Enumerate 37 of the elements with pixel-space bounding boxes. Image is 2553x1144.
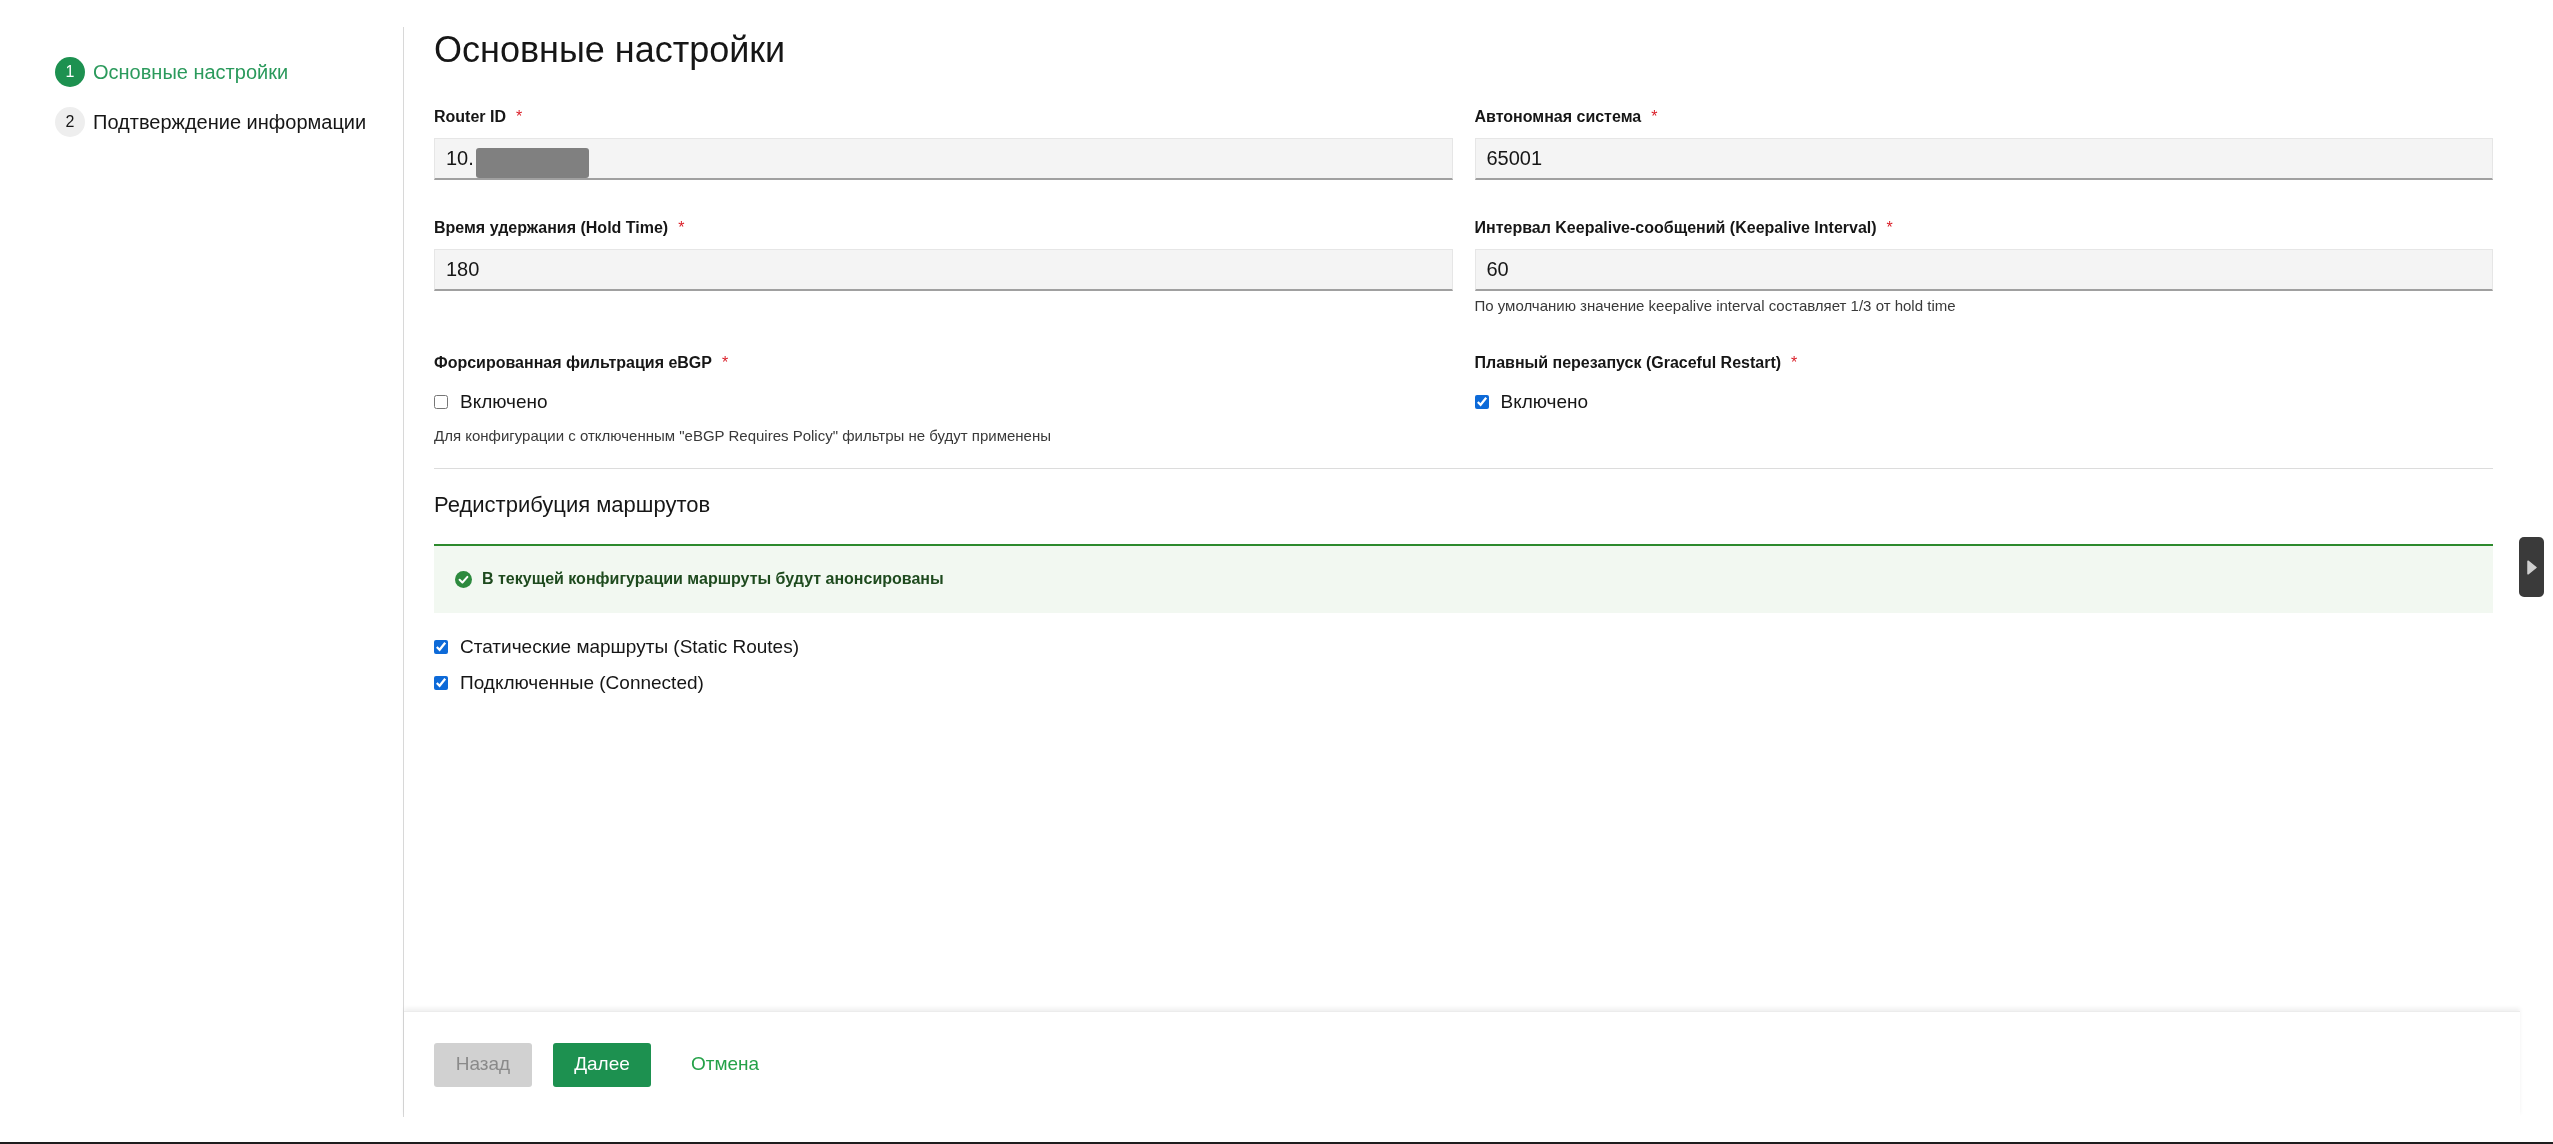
field-label: Форсированная фильтрация eBGP [434,353,712,373]
field-label: Автономная система [1474,107,1642,127]
checkbox[interactable] [434,640,448,654]
checkbox-label: Подключенные (Connected) [460,671,704,695]
page-title: Основные настройки [434,28,787,72]
required-mark: * [516,107,523,127]
checkbox[interactable] [434,676,448,690]
next-button[interactable]: Далее [553,1042,651,1087]
text-field[interactable]: 65001 [1474,138,2493,180]
field-label: Router ID [434,107,506,127]
step-number: 2 [55,107,85,137]
help-text: Для конфигурации с отключенным "eBGP Requires Policy" фильтры не будут применены [434,426,1052,446]
field-label: Интервал Keepalive-сообщений (Keepalive Interval) [1474,218,1877,238]
wizard-step[interactable]: 1 Основные настройки [55,57,289,87]
alert-text: В текущей конфигурации маршруты будут анонсированы [482,569,944,589]
caret-right-icon [2526,559,2537,575]
checkbox-label: Включено [460,390,548,414]
checkbox[interactable] [1474,395,1489,409]
wizard-step[interactable]: 2 Подтверждение информации [55,107,367,137]
field-label: Плавный перезапуск (Graceful Restart) [1474,353,1782,373]
panel-toggle-handle[interactable] [2519,537,2544,597]
step-number: 1 [55,57,85,87]
check-circle-icon [455,570,472,588]
checkbox-label: Статические маршруты (Static Routes) [460,635,799,659]
section-title: Редистрибуция маршрутов [434,491,712,519]
required-mark: * [1886,218,1893,238]
text-field[interactable]: 180 [434,249,1453,291]
text-field[interactable]: 60 [1474,249,2493,291]
required-mark: * [1791,353,1798,373]
field-label: Время удержания (Hold Time) [434,218,669,238]
required-mark: * [722,353,729,373]
help-text: По умолчанию значение keepalive interval составляет 1/3 от hold time [1474,297,1957,315]
required-mark: * [678,218,685,238]
text-field[interactable]: 10. [434,138,1453,180]
checkbox-label: Включено [1500,390,1589,414]
required-mark: * [1651,107,1658,127]
checkbox[interactable] [434,395,448,409]
